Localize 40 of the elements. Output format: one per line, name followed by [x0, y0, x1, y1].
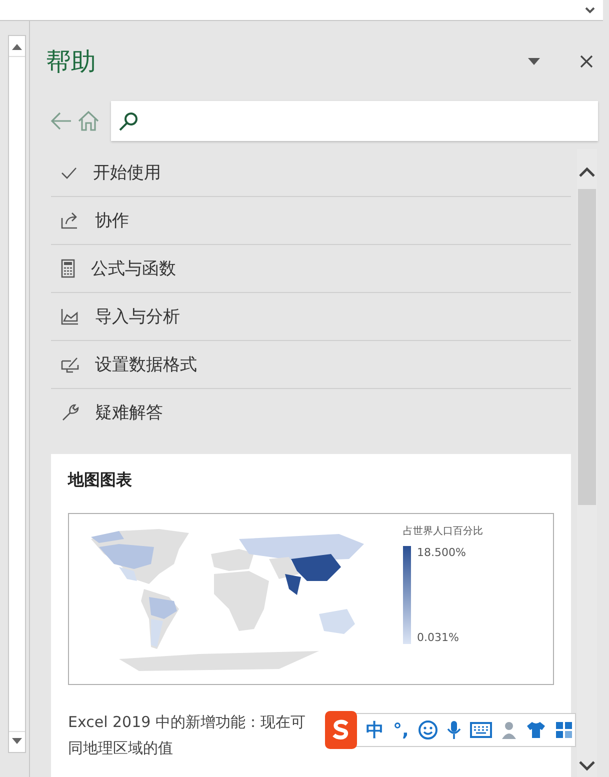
person-icon[interactable]	[500, 720, 517, 740]
up-arrow-icon[interactable]	[12, 44, 22, 50]
search-field[interactable]	[111, 101, 598, 141]
close-icon[interactable]	[580, 54, 593, 68]
shirt-icon[interactable]	[526, 721, 546, 739]
dropdown-icon[interactable]	[528, 58, 540, 64]
keyboard-icon[interactable]	[470, 722, 492, 738]
smiley-icon[interactable]	[418, 720, 438, 740]
legend-min-label: 0.031%	[417, 631, 460, 644]
menu-item[interactable]: 公式与函数	[51, 245, 571, 293]
legend-max-label: 18.500%	[417, 546, 466, 559]
menu-item[interactable]: 协作	[51, 197, 571, 245]
area-chart-icon	[61, 308, 79, 325]
ime-logo-icon[interactable]	[325, 711, 357, 749]
pane-title: 帮助	[46, 46, 96, 78]
up-chevron-icon[interactable]	[579, 167, 595, 177]
description-text: 同地理区域的值	[68, 738, 173, 759]
menu-item[interactable]: 开始使用	[51, 149, 571, 197]
scroll-thumb[interactable]	[578, 189, 596, 505]
search-icon	[119, 111, 139, 131]
legend-title: 占世界人口百分比	[403, 524, 483, 538]
check-icon	[61, 166, 77, 178]
menu-item[interactable]: 疑难解答	[51, 389, 571, 436]
description-text: Excel 2019 中的新增功能：现在可	[68, 712, 306, 733]
punctuation-toggle[interactable]: °,	[393, 720, 409, 740]
wrench-icon	[61, 404, 79, 422]
monitor-pen-icon	[61, 356, 79, 374]
scroll-thumb[interactable]	[9, 56, 25, 732]
down-chevron-icon[interactable]	[579, 761, 595, 771]
menu-item[interactable]: 导入与分析	[51, 293, 571, 341]
input-mode-toggle[interactable]: 中	[366, 718, 384, 742]
card-title: 地图图表	[68, 470, 132, 491]
microphone-icon[interactable]	[446, 720, 461, 740]
grid-icon[interactable]	[554, 721, 573, 739]
share-icon	[61, 212, 79, 229]
down-arrow-icon[interactable]	[12, 738, 22, 744]
calculator-icon	[61, 259, 75, 278]
caret-icon[interactable]	[585, 6, 595, 14]
menu-item[interactable]: 设置数据格式	[51, 341, 571, 389]
scroll-bar[interactable]	[8, 35, 26, 753]
